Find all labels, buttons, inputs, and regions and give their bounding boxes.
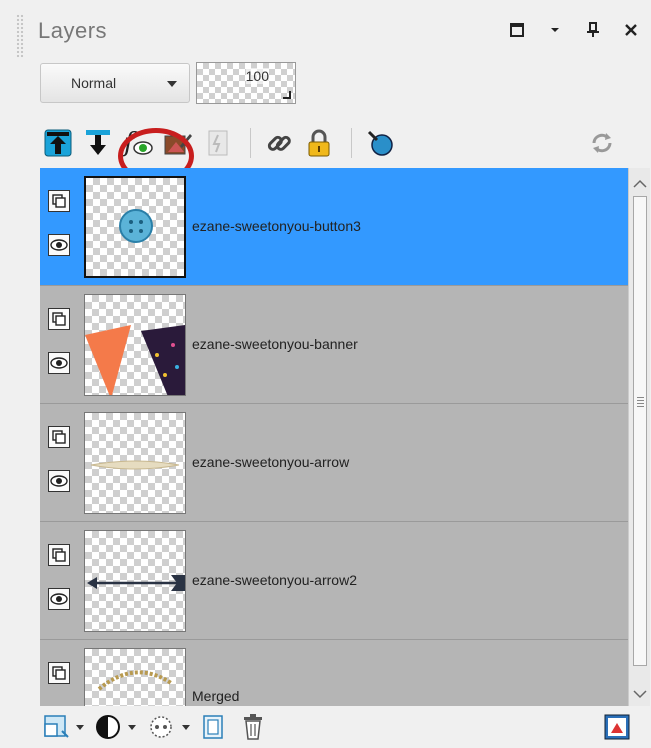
lower-layer-icon[interactable] [80, 125, 116, 161]
window-controls [507, 20, 641, 40]
layers-panel: Layers Normal 100 f ezane-sweetonyou-but… [0, 0, 651, 748]
link-layers-icon[interactable] [146, 710, 176, 744]
scroll-grip-icon [637, 397, 644, 407]
layer-type-icon[interactable] [48, 662, 70, 684]
mask-dropdown-icon[interactable] [128, 724, 136, 730]
link-layers-dropdown-icon[interactable] [182, 724, 190, 730]
scroll-up-icon[interactable] [633, 176, 647, 190]
toolbar-divider [250, 128, 251, 158]
close-icon[interactable] [621, 20, 641, 40]
layer-thumbnail [84, 176, 186, 278]
layer-controls [48, 426, 72, 514]
layer-thumbnail [84, 294, 186, 396]
blend-mode-value: Normal [71, 75, 117, 91]
layer-toolbar: f [40, 120, 640, 166]
opacity-field[interactable]: 100 [196, 62, 296, 104]
new-layer-dropdown-icon[interactable] [76, 724, 84, 730]
opacity-value: 100 [245, 68, 269, 84]
panel-title: Layers [38, 18, 108, 43]
layer-name: ezane-sweetonyou-arrow2 [192, 572, 357, 588]
group-icon[interactable] [200, 710, 226, 744]
scroll-thumb[interactable] [633, 196, 647, 666]
blend-mode-select[interactable]: Normal [40, 63, 190, 103]
lock-transparency-icon[interactable] [200, 125, 236, 161]
resize-corner-icon [283, 91, 291, 99]
layer-type-icon[interactable] [48, 190, 70, 212]
drag-grip[interactable] [16, 14, 24, 58]
layer-name: Merged [192, 688, 240, 704]
layer-row[interactable]: Merged [40, 640, 628, 706]
layer-controls [48, 308, 72, 396]
bottom-toolbar [0, 706, 651, 748]
layer-thumbnail [84, 412, 186, 514]
edit-layer-icon[interactable] [603, 710, 631, 744]
layer-list: ezane-sweetonyou-button3 ezane-sweetonyo… [40, 168, 628, 706]
layer-styles-icon[interactable]: f [120, 125, 156, 161]
lock-icon[interactable] [301, 125, 337, 161]
svg-text:f: f [122, 128, 138, 158]
visibility-eye-icon[interactable] [48, 470, 70, 492]
layer-controls [48, 544, 72, 632]
new-layer-icon[interactable] [42, 710, 70, 744]
maximize-icon[interactable] [507, 20, 527, 40]
blend-row: Normal 100 [40, 62, 296, 104]
layer-thumbnail [84, 648, 186, 706]
layer-controls [48, 662, 72, 706]
layer-thumbnail [84, 530, 186, 632]
visibility-eye-icon[interactable] [48, 352, 70, 374]
layer-row[interactable]: ezane-sweetonyou-arrow2 [40, 522, 628, 640]
dropdown-icon[interactable] [545, 20, 565, 40]
scroll-down-icon[interactable] [633, 686, 647, 700]
mask-icon[interactable] [94, 710, 122, 744]
visibility-eye-icon[interactable] [48, 588, 70, 610]
raise-layer-icon[interactable] [40, 125, 76, 161]
edit-selection-icon[interactable] [160, 125, 196, 161]
layer-name: ezane-sweetonyou-banner [192, 336, 358, 352]
pin-icon[interactable] [583, 20, 603, 40]
visibility-eye-icon[interactable] [48, 234, 70, 256]
layer-row[interactable]: ezane-sweetonyou-arrow [40, 404, 628, 522]
delete-icon[interactable] [240, 710, 266, 744]
toolbar-divider [351, 128, 352, 158]
ball-icon[interactable] [362, 125, 398, 161]
layer-name: ezane-sweetonyou-button3 [192, 218, 361, 234]
layer-type-icon[interactable] [48, 426, 70, 448]
chevron-down-icon [167, 81, 177, 87]
panel-titlebar: Layers [0, 0, 651, 58]
refresh-icon[interactable] [584, 125, 620, 161]
layer-name: ezane-sweetonyou-arrow [192, 454, 350, 470]
layer-row[interactable]: ezane-sweetonyou-button3 [40, 168, 628, 286]
layer-type-icon[interactable] [48, 544, 70, 566]
layer-controls [48, 190, 72, 278]
layer-type-icon[interactable] [48, 308, 70, 330]
link-icon[interactable] [261, 125, 297, 161]
layer-list-scrollbar[interactable] [628, 168, 650, 706]
layer-row[interactable]: ezane-sweetonyou-banner [40, 286, 628, 404]
